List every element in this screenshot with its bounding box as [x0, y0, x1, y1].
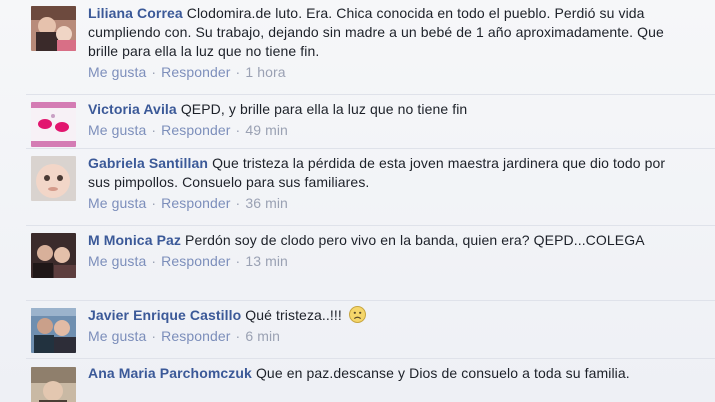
separator: · — [151, 253, 157, 269]
separator: · — [235, 122, 241, 138]
comment-author[interactable]: M Monica Paz — [88, 232, 181, 248]
separator: · — [235, 328, 241, 344]
comment-actions: Me gusta · Responder · 6 min — [88, 325, 685, 347]
comment-actions: Me gusta · Responder · 1 hora — [88, 61, 685, 83]
reply-link[interactable]: Responder — [161, 122, 230, 138]
comment-author[interactable]: Gabriela Santillan — [88, 155, 208, 171]
comment-text: Que en paz.descanse y Dios de consuelo a… — [255, 365, 630, 381]
separator: · — [235, 195, 241, 211]
avatar[interactable] — [31, 308, 76, 353]
separator: · — [235, 253, 241, 269]
comment-text: Perdón soy de clodo pero vivo en la band… — [185, 232, 645, 248]
like-link[interactable]: Me gusta — [88, 195, 146, 211]
reply-link[interactable]: Responder — [161, 195, 230, 211]
avatar[interactable] — [31, 367, 76, 402]
separator: · — [151, 64, 157, 80]
like-link[interactable]: Me gusta — [88, 328, 146, 344]
comment-author[interactable]: Liliana Correa — [88, 5, 183, 21]
comment-timestamp[interactable]: 6 min — [245, 328, 280, 344]
comment-timestamp[interactable]: 49 min — [245, 122, 288, 138]
avatar[interactable] — [31, 6, 76, 51]
reply-link[interactable]: Responder — [161, 253, 230, 269]
reply-link[interactable]: Responder — [161, 64, 230, 80]
reply-link[interactable]: Responder — [161, 328, 230, 344]
like-link[interactable]: Me gusta — [88, 122, 146, 138]
comment-author[interactable]: Ana Maria Parchomczuk — [88, 365, 252, 381]
comment-text: QEPD, y brille para ella la luz que no t… — [180, 101, 468, 117]
comment-timestamp[interactable]: 1 hora — [245, 64, 285, 80]
comment-actions: Me gusta · Responder · 13 min — [88, 250, 685, 272]
avatar[interactable] — [31, 156, 76, 201]
comment-feed: Liliana Correa Clodomira.de luto. Era. C… — [0, 0, 715, 402]
comment-actions: Me gusta · Responder · 49 min — [88, 119, 685, 141]
comment-timestamp[interactable]: 36 min — [245, 195, 288, 211]
separator: · — [235, 64, 241, 80]
comment-author[interactable]: Javier Enrique Castillo — [88, 307, 241, 323]
like-link[interactable]: Me gusta — [88, 64, 146, 80]
comment-author[interactable]: Victoria Avila — [88, 101, 177, 117]
separator: · — [151, 122, 157, 138]
comment-timestamp[interactable]: 13 min — [245, 253, 288, 269]
sad-face-icon — [348, 306, 366, 323]
separator: · — [151, 328, 157, 344]
comment-text: Qué tristeza..!!! — [245, 307, 342, 323]
comment-actions: Me gusta · Responder · 36 min — [88, 192, 685, 214]
avatar[interactable] — [31, 102, 76, 147]
avatar[interactable] — [31, 233, 76, 278]
separator: · — [151, 195, 157, 211]
like-link[interactable]: Me gusta — [88, 253, 146, 269]
